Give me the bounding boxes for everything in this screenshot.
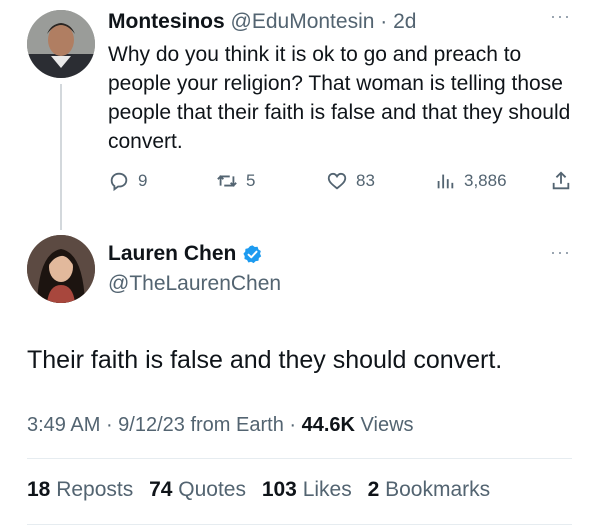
engagement-stats: 18 Reposts 74 Quotes 103 Likes 2 Bookmar… bbox=[27, 478, 500, 502]
quotes-label: Quotes bbox=[172, 478, 246, 501]
quotes-stat[interactable]: 74 Quotes bbox=[149, 478, 246, 501]
main-handle[interactable]: @TheLaurenChen bbox=[108, 272, 281, 296]
divider bbox=[27, 458, 572, 459]
views-label: Views bbox=[354, 414, 414, 436]
parent-tweet-header: Montesinos @EduMontesin · 2d bbox=[108, 10, 416, 34]
tweet-meta: 3:49 AM · 9/12/23 from Earth · 44.6K Vie… bbox=[27, 414, 414, 437]
quotes-number: 74 bbox=[149, 478, 173, 501]
reply-count: 9 bbox=[138, 171, 148, 190]
main-display-name-row: Lauren Chen bbox=[108, 242, 263, 266]
more-icon[interactable]: ··· bbox=[550, 6, 571, 27]
views-total: 44.6K bbox=[301, 414, 355, 436]
tweet-time[interactable]: 3:49 AM bbox=[27, 414, 100, 436]
share-icon bbox=[552, 171, 570, 190]
meta-separator: · bbox=[283, 414, 302, 436]
parent-display-name[interactable]: Montesinos bbox=[108, 10, 225, 33]
parent-tweet-text: Why do you think it is ok to go and prea… bbox=[108, 43, 571, 153]
repost-button[interactable]: 5 bbox=[216, 170, 255, 192]
likes-number: 103 bbox=[261, 478, 297, 501]
header-separator: · bbox=[380, 10, 388, 33]
reply-button[interactable]: 9 bbox=[108, 170, 147, 192]
parent-handle[interactable]: @EduMontesin bbox=[231, 10, 375, 33]
tweet-date[interactable]: 9/12/23 bbox=[118, 414, 185, 436]
views-icon bbox=[437, 174, 454, 189]
repost-icon bbox=[217, 175, 237, 187]
views-button[interactable]: 3,886 bbox=[434, 170, 507, 192]
views-count: 3,886 bbox=[464, 171, 507, 190]
likes-stat[interactable]: 103 Likes bbox=[262, 478, 352, 501]
like-button[interactable]: 83 bbox=[326, 170, 375, 192]
reposts-label: Reposts bbox=[50, 478, 134, 501]
meta-separator: · bbox=[100, 414, 119, 436]
parent-timestamp[interactable]: 2d bbox=[393, 10, 416, 33]
reply-icon bbox=[110, 172, 128, 192]
bookmarks-stat[interactable]: 2 Bookmarks bbox=[368, 478, 491, 501]
parent-tweet-actions: 9 5 83 3,886 bbox=[108, 170, 578, 198]
repost-count: 5 bbox=[246, 171, 256, 190]
tweet-source: from Earth bbox=[184, 414, 284, 436]
avatar-lauren-chen[interactable] bbox=[27, 235, 95, 303]
verified-badge-icon[interactable] bbox=[242, 244, 263, 265]
bookmarks-label: Bookmarks bbox=[379, 478, 491, 501]
main-tweet-text: Their faith is false and they should con… bbox=[27, 346, 503, 374]
main-display-name[interactable]: Lauren Chen bbox=[108, 242, 236, 266]
thread-connector-line bbox=[60, 84, 62, 230]
like-count: 83 bbox=[356, 171, 375, 190]
avatar-montesinos[interactable] bbox=[27, 10, 95, 78]
divider bbox=[27, 524, 572, 525]
more-icon[interactable]: ··· bbox=[550, 242, 571, 263]
reposts-stat[interactable]: 18 Reposts bbox=[27, 478, 133, 501]
likes-label: Likes bbox=[296, 478, 352, 501]
share-button[interactable] bbox=[550, 170, 580, 192]
bookmarks-number: 2 bbox=[367, 478, 380, 501]
like-icon bbox=[327, 172, 347, 190]
reposts-number: 18 bbox=[27, 478, 51, 501]
